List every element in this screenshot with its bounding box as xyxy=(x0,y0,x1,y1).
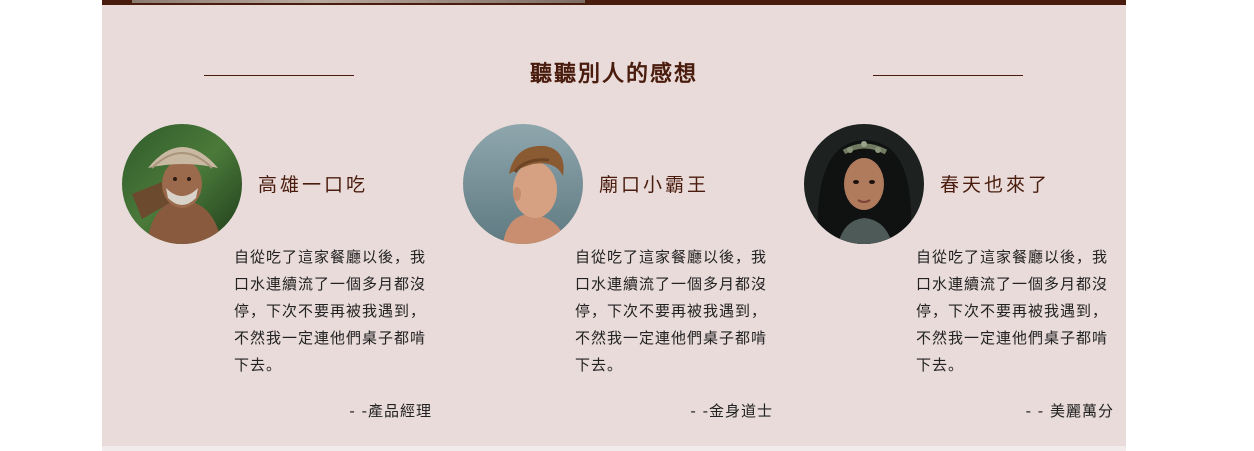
reviewer-avatar xyxy=(804,124,924,244)
testimonial-card: 春天也來了 自從吃了這家餐廳以後，我口水連續流了一個多月都沒停，下次不要再被我遇… xyxy=(804,124,1124,434)
reviewer-avatar xyxy=(463,124,583,244)
title-decoration-line-right xyxy=(873,75,1023,76)
reviewer-name: 廟口小霸王 xyxy=(599,174,710,196)
woman-flower-crown-photo-icon xyxy=(804,124,924,244)
reviewer-role: - - 美麗萬分 xyxy=(1025,402,1114,420)
reviewer-role: - -產品經理 xyxy=(349,402,432,420)
reviewer-name: 春天也來了 xyxy=(940,174,1051,196)
older-man-straw-hat-photo-icon xyxy=(122,124,242,244)
reviewer-avatar xyxy=(122,124,242,244)
hero-image-edge xyxy=(132,0,585,3)
section-bottom-edge xyxy=(102,446,1126,451)
review-text: 自從吃了這家餐廳以後，我口水連續流了一個多月都沒停，下次不要再被我遇到，不然我一… xyxy=(575,248,768,374)
page: 聽聽別人的感想 高雄一口吃 自從吃了這家餐廳以後，我口水連續流了一個多月都沒停，… xyxy=(0,0,1254,451)
review-text: 自從吃了這家餐廳以後，我口水連續流了一個多月都沒停，下次不要再被我遇到，不然我一… xyxy=(916,248,1109,374)
testimonials-section: 聽聽別人的感想 高雄一口吃 自從吃了這家餐廳以後，我口水連續流了一個多月都沒停，… xyxy=(102,0,1126,446)
reviewer-role: - -金身道士 xyxy=(690,402,773,420)
reviewer-name: 高雄一口吃 xyxy=(258,174,369,196)
testimonial-card: 高雄一口吃 自從吃了這家餐廳以後，我口水連續流了一個多月都沒停，下次不要再被我遇… xyxy=(122,124,442,434)
testimonial-card: 廟口小霸王 自從吃了這家餐廳以後，我口水連續流了一個多月都沒停，下次不要再被我遇… xyxy=(463,124,783,434)
young-man-profile-photo-icon xyxy=(463,124,583,244)
review-text: 自從吃了這家餐廳以後，我口水連續流了一個多月都沒停，下次不要再被我遇到，不然我一… xyxy=(234,248,427,374)
